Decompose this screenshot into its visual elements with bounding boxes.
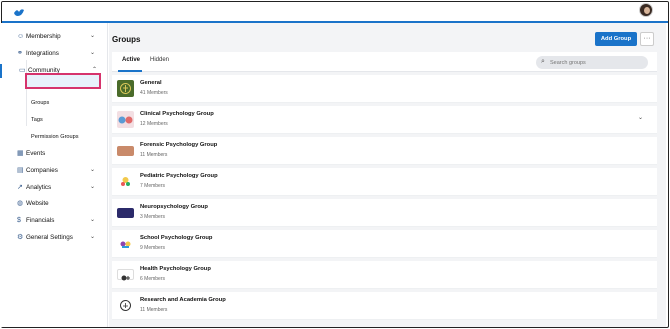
sidebar-sub-selected-highlight <box>25 73 101 89</box>
member-count: 12 Members <box>140 121 168 127</box>
group-name: Pediatric Psychology Group <box>140 173 218 179</box>
group-avatar <box>117 146 134 156</box>
chart-icon: ↗ <box>17 184 23 191</box>
member-count: 11 Members <box>140 307 168 313</box>
books-icon <box>120 241 131 248</box>
member-count: 9 Members <box>140 245 166 251</box>
sidebar-sub-permission-groups[interactable]: Permission Groups <box>31 134 79 140</box>
dollar-icon: $ <box>17 217 21 224</box>
sidebar-item-membership[interactable]: ☺ Membership ⌄ <box>0 30 108 44</box>
app-logo-icon[interactable] <box>13 7 25 17</box>
tab-active[interactable]: Active <box>122 57 140 63</box>
people-icon: ☺ <box>17 33 25 40</box>
gear-icon: ⚙ <box>17 234 24 241</box>
health-icon <box>121 275 130 281</box>
group-avatar <box>117 80 134 97</box>
sidebar-sub-tags[interactable]: Tags <box>31 117 43 123</box>
group-row-research[interactable]: Research and Academia Group 11 Members <box>112 292 657 320</box>
search-icon: ⌕ <box>541 58 545 65</box>
sidebar-item-label: Events <box>26 150 46 157</box>
active-tab-indicator <box>118 70 142 72</box>
group-avatar <box>117 208 134 218</box>
chevron-down-icon: ⌄ <box>90 167 96 173</box>
sidebar-item-label: Financials <box>26 217 55 224</box>
sidebar-item-label: Integrations <box>26 50 59 57</box>
group-name: Research and Academia Group <box>140 297 226 303</box>
sidebar-item-label: Membership <box>26 33 61 40</box>
group-avatar <box>117 269 134 281</box>
heads-icon <box>118 116 133 124</box>
group-row-general[interactable]: General 41 Members <box>112 75 657 103</box>
tab-hidden[interactable]: Hidden <box>150 57 169 63</box>
sidebar-item-label: Analytics <box>26 184 52 191</box>
member-count: 3 Members <box>140 214 166 220</box>
sidebar-sub-groups[interactable]: Groups <box>31 100 49 106</box>
group-name: Forensic Psychology Group <box>140 142 218 148</box>
link-icon: ⚭ <box>17 50 23 57</box>
flower-icon <box>121 177 130 186</box>
sidebar-item-financials[interactable]: $ Financials ⌄ <box>0 214 108 228</box>
group-row-pediatric[interactable]: Pediatric Psychology Group 7 Members <box>112 168 657 196</box>
group-row-clinical[interactable]: Clinical Psychology Group 12 Members ⌄ <box>112 106 657 134</box>
group-name: Health Psychology Group <box>140 266 211 272</box>
group-name: Clinical Psychology Group <box>140 111 214 117</box>
group-name: School Psychology Group <box>140 235 213 241</box>
user-avatar[interactable] <box>639 3 653 17</box>
chevron-down-icon: ⌄ <box>90 217 96 223</box>
top-bar <box>2 2 668 23</box>
member-count: 6 Members <box>140 276 166 282</box>
tree-icon <box>120 83 131 94</box>
add-group-button[interactable]: Add Group <box>595 32 637 46</box>
member-count: 11 Members <box>140 152 168 158</box>
group-name: Neuropsychology Group <box>140 204 208 210</box>
search-box[interactable]: ⌕ <box>536 56 648 69</box>
chevron-down-icon: ⌄ <box>90 184 96 190</box>
group-avatar <box>117 235 134 252</box>
member-count: 7 Members <box>140 183 166 189</box>
sidebar-item-analytics[interactable]: ↗ Analytics ⌄ <box>0 181 108 195</box>
chevron-down-icon: ⌄ <box>90 50 96 56</box>
sidebar-item-label: General Settings <box>26 234 73 241</box>
sidebar-item-events[interactable]: ▦ Events <box>0 147 108 161</box>
sidebar-item-companies[interactable]: ▤ Companies ⌄ <box>0 164 108 178</box>
group-avatar <box>117 173 134 190</box>
building-icon: ▤ <box>17 167 24 174</box>
group-avatar <box>117 111 134 128</box>
group-row-health[interactable]: Health Psychology Group 6 Members <box>112 261 657 289</box>
group-row-forensic[interactable]: Forensic Psychology Group 11 Members <box>112 137 657 165</box>
research-icon <box>120 300 131 311</box>
page-title: Groups <box>112 35 141 44</box>
sidebar-item-website[interactable]: ◍ Website <box>0 197 108 211</box>
calendar-icon: ▦ <box>17 150 24 157</box>
sidebar-item-general-settings[interactable]: ⚙ General Settings ⌄ <box>0 231 108 245</box>
search-input[interactable] <box>550 58 642 67</box>
sidebar-item-label: Website <box>26 200 49 207</box>
group-avatar <box>117 297 134 314</box>
member-count: 41 Members <box>140 90 168 96</box>
globe-icon: ◍ <box>17 200 24 207</box>
chevron-down-icon: ⌄ <box>90 33 96 39</box>
chevron-up-icon: ⌃ <box>92 67 98 73</box>
group-name: General <box>140 80 162 86</box>
chevron-down-icon[interactable]: ⌄ <box>638 114 643 121</box>
more-options-button[interactable]: ··· <box>640 32 654 46</box>
group-row-neuro[interactable]: Neuropsychology Group 3 Members <box>112 199 657 227</box>
sidebar-item-label: Companies <box>26 167 58 174</box>
chevron-down-icon: ⌄ <box>90 234 96 240</box>
group-row-school[interactable]: School Psychology Group 9 Members <box>112 230 657 258</box>
sidebar-item-integrations[interactable]: ⚭ Integrations ⌄ <box>0 47 108 61</box>
